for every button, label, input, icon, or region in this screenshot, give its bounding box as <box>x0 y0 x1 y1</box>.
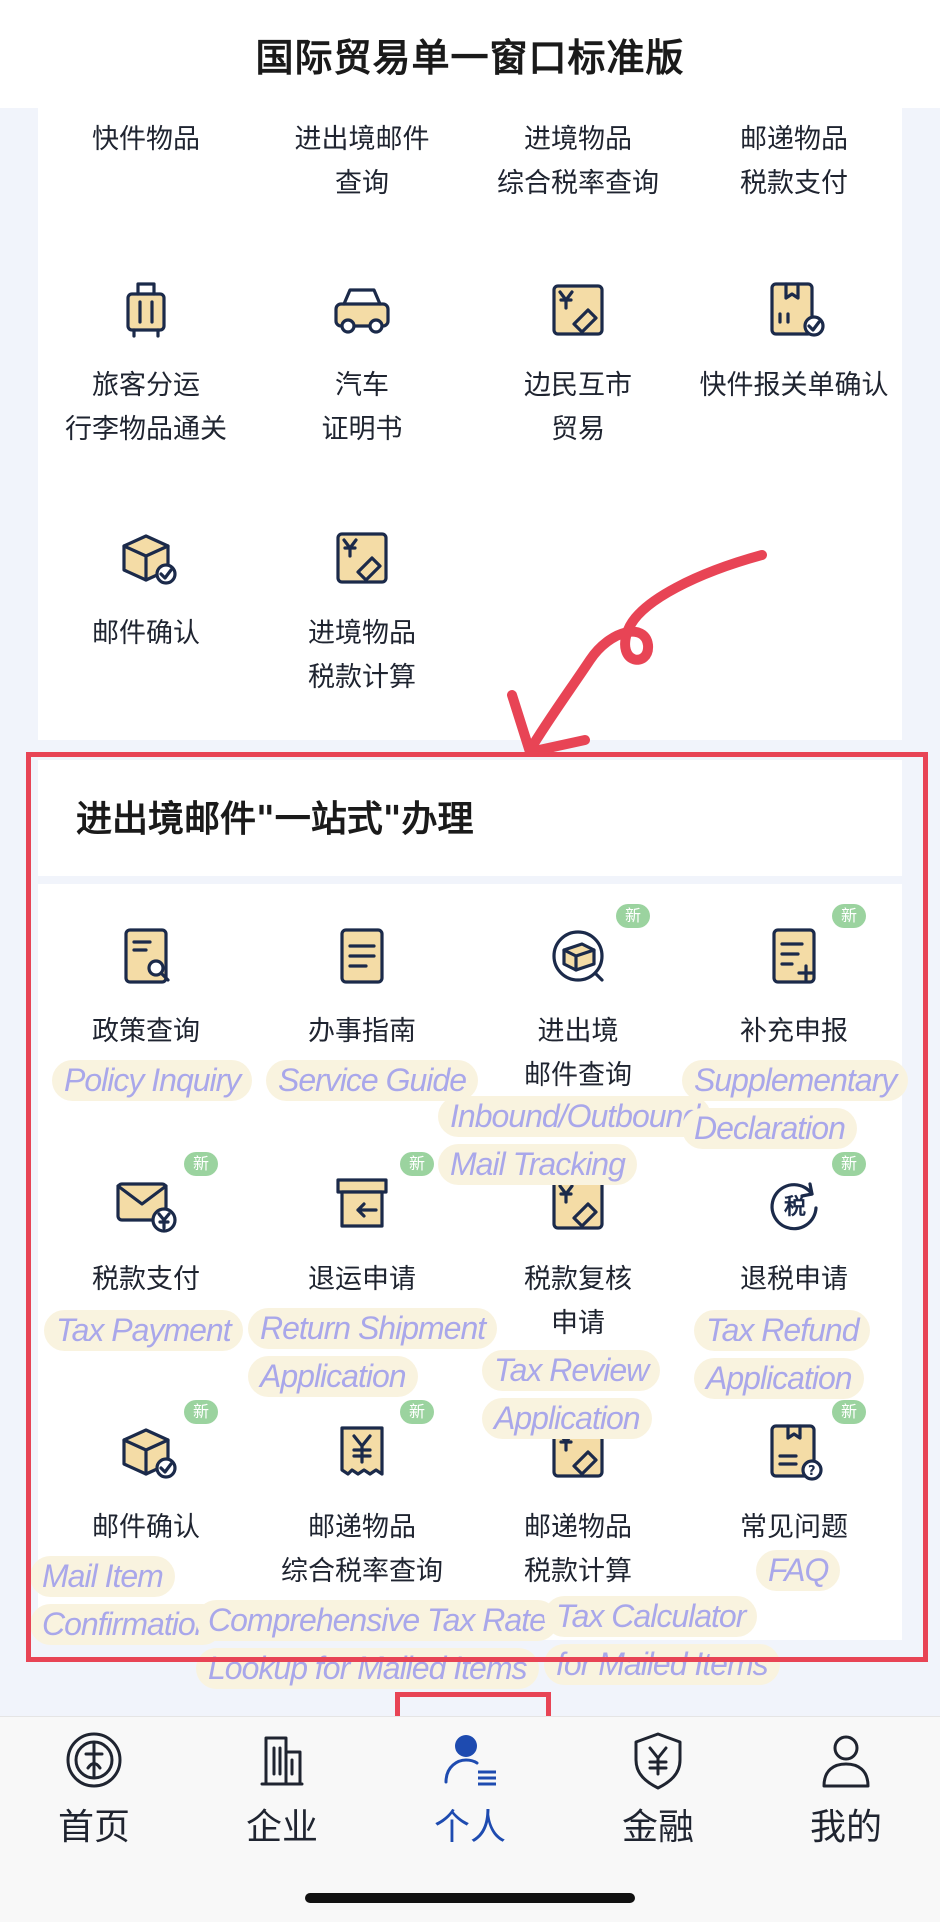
tab-label: 个人 <box>433 1807 506 1848</box>
building-icon <box>250 1728 314 1792</box>
tab-building[interactable]: 企业 <box>188 1728 376 1850</box>
tab-yuan-shield[interactable]: 金融 <box>564 1728 752 1850</box>
tab-label: 企业 <box>245 1807 318 1848</box>
yuan-shield-icon <box>626 1728 690 1792</box>
tab-user[interactable]: 我的 <box>752 1728 940 1850</box>
annotation-arrows <box>285 550 767 1841</box>
tab-label: 我的 <box>809 1807 882 1848</box>
tab-customs-emblem[interactable]: 首页 <box>0 1728 188 1850</box>
tab-label: 金融 <box>621 1807 694 1848</box>
customs-emblem-icon <box>62 1728 126 1792</box>
user-icon <box>814 1728 878 1792</box>
curved-arrow <box>525 550 767 755</box>
person-list-icon <box>438 1728 502 1792</box>
tab-person-list[interactable]: 个人 <box>376 1728 564 1850</box>
tab-label: 首页 <box>57 1807 130 1848</box>
home-indicator <box>305 1893 635 1903</box>
